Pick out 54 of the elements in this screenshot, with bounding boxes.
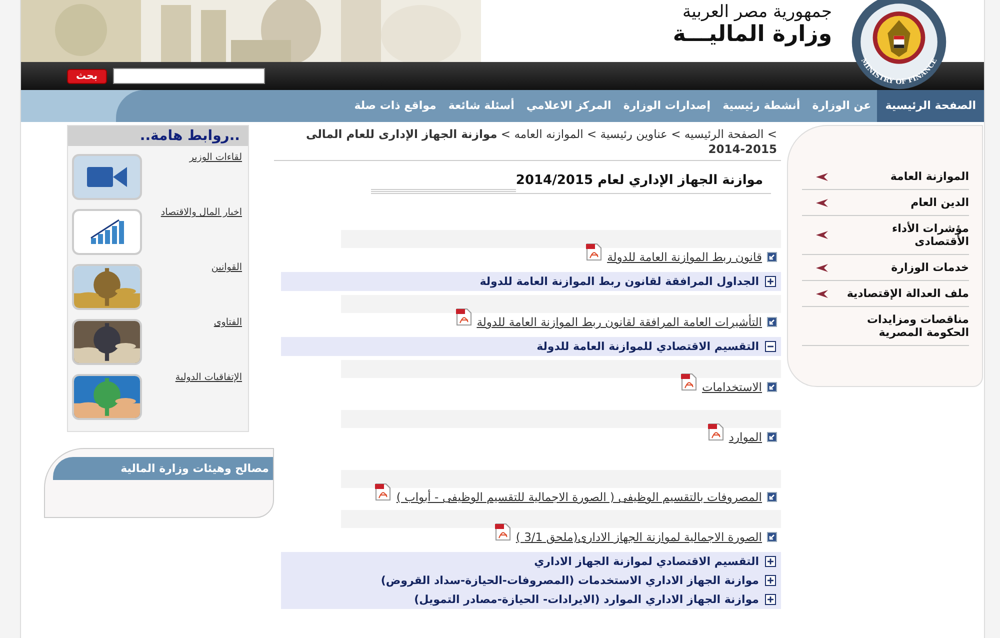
pdf-icon[interactable] (375, 483, 392, 501)
document-link[interactable]: التأشيرات العامة المرافقة لقانون ربط الموازنة العامة للدولة (476, 315, 762, 329)
link-arrow-icon (767, 317, 777, 327)
sidebar-item[interactable]: خدمات الوزارة (802, 255, 969, 281)
collapse-icon[interactable] (765, 341, 776, 352)
expand-icon[interactable] (765, 276, 776, 287)
document-link[interactable]: الموارد (728, 430, 762, 444)
nav-tab[interactable]: الصفحة الرئيسية (877, 90, 984, 122)
search-field[interactable] (112, 68, 265, 84)
section-header[interactable]: التقسيم الاقتصادي للموازنة العامة للدولة (281, 337, 781, 356)
expand-icon[interactable] (765, 556, 776, 567)
video-camera-icon[interactable] (87, 164, 127, 190)
link-arrow-icon (767, 532, 777, 542)
quick-link[interactable]: لقاءات الوزير (189, 152, 242, 201)
pdf-icon[interactable] (494, 523, 511, 541)
document-link[interactable]: الصورة الاجمالية لموازنة الجهاز الادارى(ملحق 3/1 ) (516, 530, 762, 544)
panel-title: ..روابط هامة.. (68, 126, 248, 146)
document-link[interactable]: المصروفات بالتقسيم الوظيفى ( الصورة الاجمالية للتقسيم الوظيفى - أبواب ) (396, 490, 762, 504)
section-header[interactable]: موازنة الجهاز الاداري الاستخدمات (المصروفات-الحيازة-سداد القروض) (281, 571, 781, 590)
arrow-icon (816, 231, 828, 239)
sidebar-item[interactable]: مؤشرات الأداء الأقتصادى (802, 216, 969, 255)
country-name: جمهورية مصر العربية (681, 2, 832, 22)
link-arrow-icon (767, 252, 777, 262)
arrow-icon (816, 290, 828, 298)
breadcrumb: > الصفحة الرئيسيه > عناوين رئيسية > الموازنه العامه > موازنة الجهاز الإدارى للعام المالى 2015-2014 (274, 125, 781, 161)
sidebar-item[interactable]: ملف العدالة الإقتصادية (802, 281, 969, 307)
expand-icon[interactable] (765, 594, 776, 605)
quick-link[interactable]: القوانين (211, 262, 242, 311)
quick-link[interactable]: الفتاوى (214, 317, 242, 366)
search-button[interactable]: بحث (67, 68, 107, 84)
link-arrow-icon (767, 492, 777, 502)
quick-link[interactable]: اخبار المال والاقتصاد (160, 207, 242, 256)
document-link[interactable]: قانون ربط الموازنة العامة للدولة (607, 250, 762, 264)
arrow-icon (816, 172, 828, 180)
sidebar-item[interactable]: الموازنة العامة (802, 164, 969, 190)
arrow-icon (816, 264, 828, 272)
link-arrow-icon (767, 382, 777, 392)
quick-link[interactable]: الإتفاقيات الدولية (175, 372, 242, 421)
expand-icon[interactable] (765, 575, 776, 586)
arrow-icon (816, 198, 828, 206)
pdf-icon[interactable] (456, 308, 472, 326)
panel-title: مصالح وهيئات وزارة المالية (53, 457, 273, 480)
link-arrow-icon (767, 432, 777, 442)
section-header[interactable]: الجداول المرافقة لقانون ربط الموازنة العامة للدولة (281, 272, 781, 291)
section-header[interactable]: التقسيم الاقتصادي لموازنة الجهاز الاداري (281, 552, 781, 571)
sidebar-item[interactable]: مناقصات ومزايدات الحكومة المصرية (802, 307, 969, 346)
pdf-icon[interactable] (680, 373, 697, 391)
bar-chart-icon[interactable] (89, 218, 125, 246)
pdf-icon[interactable] (586, 243, 602, 261)
section-header[interactable]: موازنة الجهاز الاداري الموارد (الايرادات- الحيازة-مصادر التمويل) (281, 590, 781, 609)
pdf-icon[interactable] (708, 423, 724, 441)
sidebar-item[interactable]: الدين العام (802, 190, 969, 216)
document-link[interactable]: الاستخدامات (702, 380, 762, 394)
ministry-name: وزارة الماليـــة (672, 22, 832, 47)
